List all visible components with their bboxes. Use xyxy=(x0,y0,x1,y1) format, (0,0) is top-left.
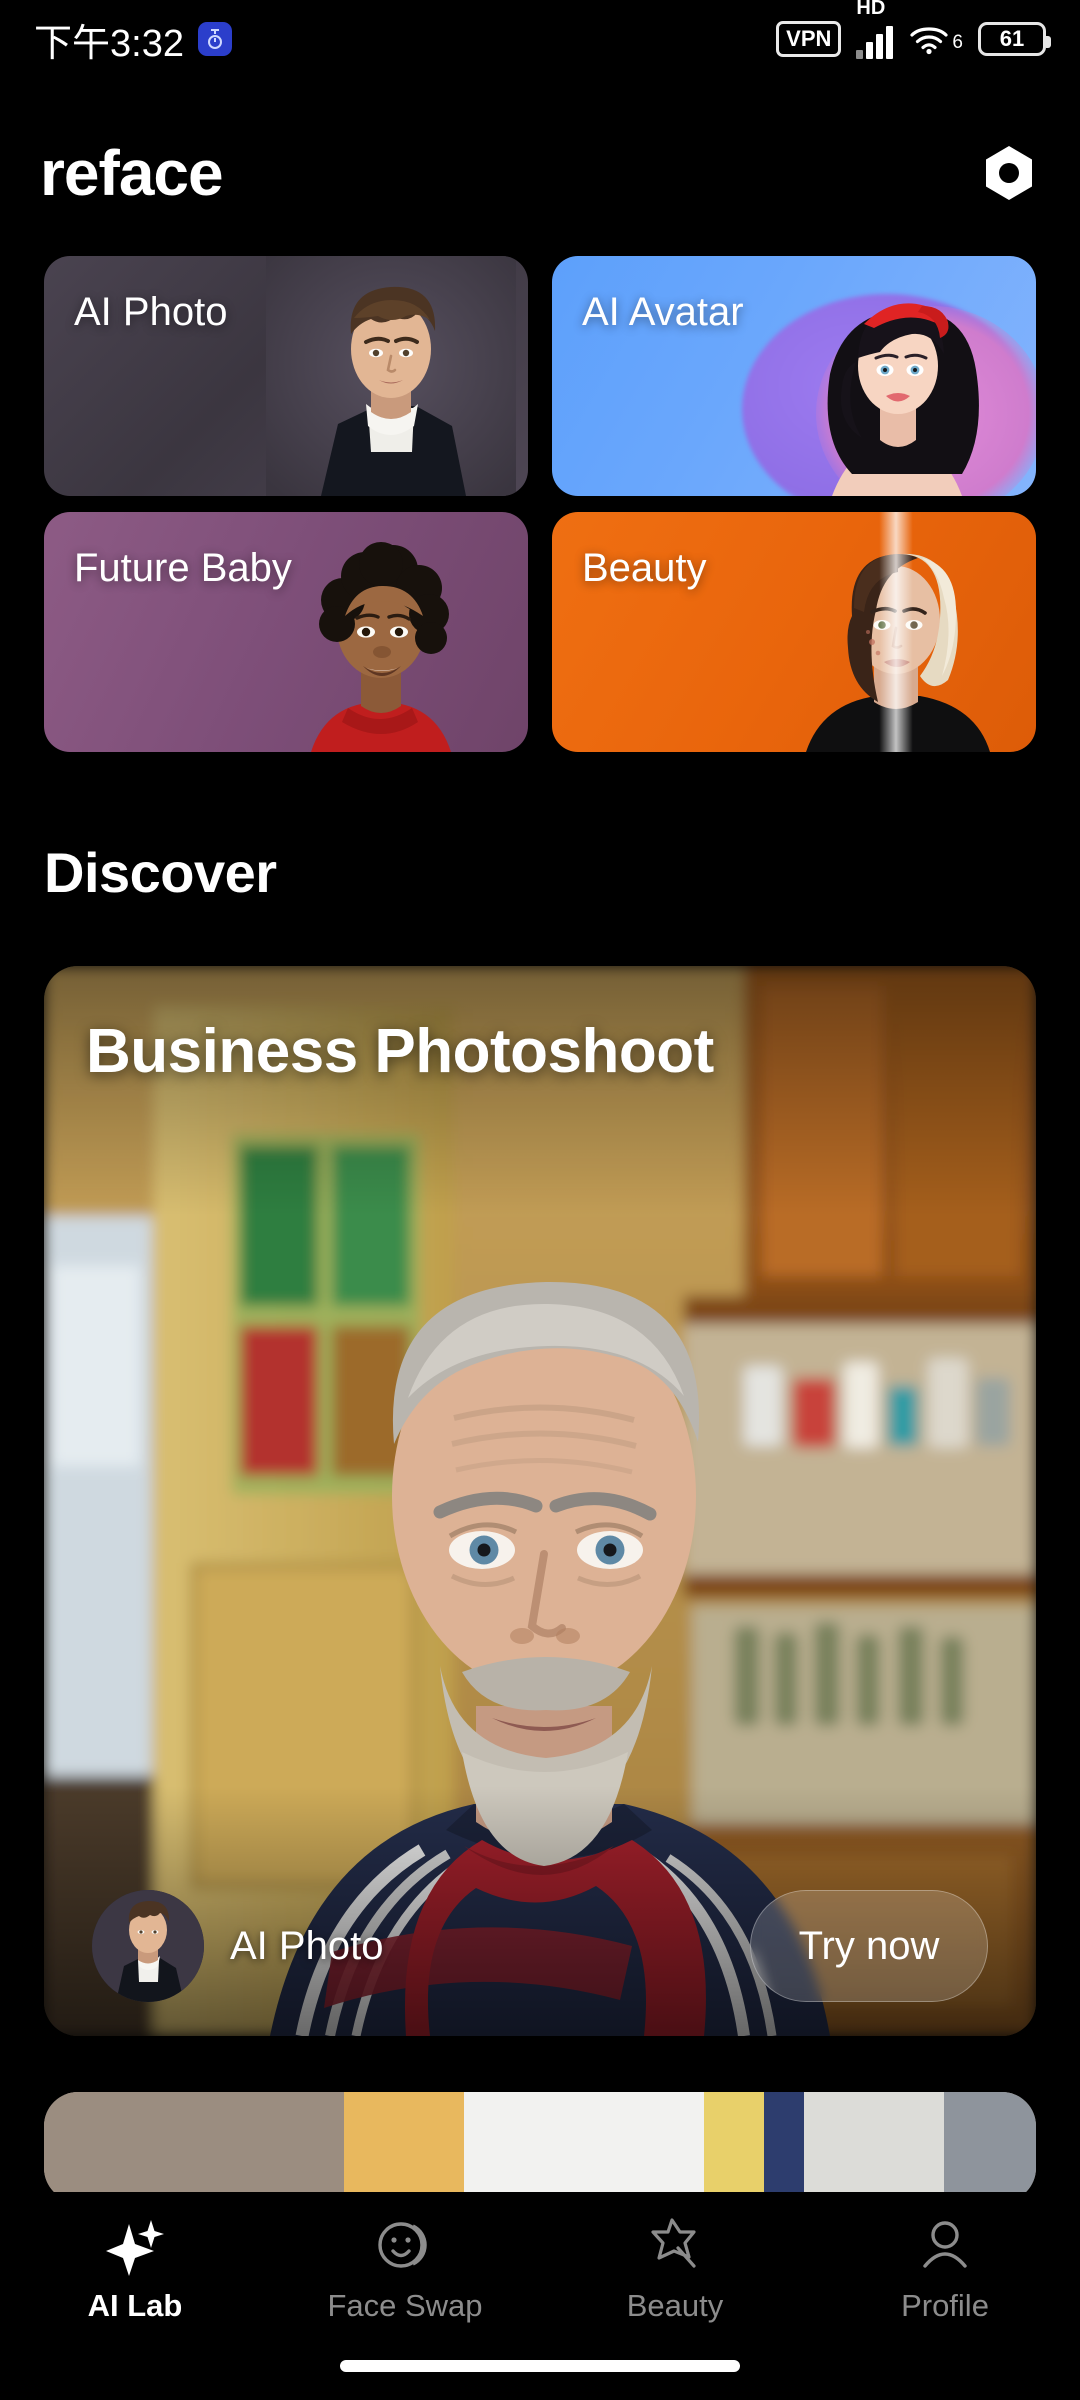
avatar[interactable] xyxy=(92,1890,204,2002)
app-header: reface xyxy=(0,118,1080,228)
status-bar-left: 下午3:32 xyxy=(34,12,232,67)
sparkle-icon xyxy=(104,2214,166,2276)
hexagon-nut-icon[interactable] xyxy=(978,142,1040,204)
feature-card-grid: AI Photo AI Avatar Future Baby Beauty xyxy=(44,256,1036,752)
try-now-button[interactable]: Try now xyxy=(750,1890,988,2002)
app-screen: 下午3:32 VPN HD 6 61 reface AI Photo AI Av… xyxy=(0,0,1080,2400)
nav-item-beauty[interactable]: Beauty xyxy=(540,2214,810,2324)
magic-wand-icon xyxy=(644,2214,706,2276)
app-logo: reface xyxy=(40,137,224,209)
discover-card-business-photoshoot[interactable]: Business Photoshoot AI Photo Try now xyxy=(44,966,1036,2036)
face-swap-icon xyxy=(374,2214,436,2276)
discover-card-avatar-label: AI Photo xyxy=(230,1923,384,1968)
feature-card-ai-avatar[interactable]: AI Avatar xyxy=(552,256,1036,496)
home-indicator[interactable] xyxy=(340,2360,740,2372)
stopwatch-icon xyxy=(197,22,232,56)
nav-item-label: Profile xyxy=(901,2288,989,2323)
hd-label: HD xyxy=(856,0,886,19)
status-bar: 下午3:32 VPN HD 6 61 xyxy=(0,0,1080,78)
feature-card-label: AI Avatar xyxy=(582,290,744,334)
feature-card-label: Future Baby xyxy=(74,546,292,590)
feature-card-label: Beauty xyxy=(582,546,707,590)
feature-card-label: AI Photo xyxy=(74,290,228,334)
feature-card-ai-photo[interactable]: AI Photo xyxy=(44,256,528,496)
discover-card-title: Business Photoshoot xyxy=(86,1017,714,1086)
nav-item-label: Beauty xyxy=(626,2288,724,2323)
person-icon xyxy=(914,2214,976,2276)
signal-bars-icon: HD xyxy=(856,0,894,59)
wifi-generation-label: 6 xyxy=(952,32,963,53)
nav-item-ai-lab[interactable]: AI Lab xyxy=(0,2214,270,2324)
battery-icon: 61 xyxy=(978,22,1051,56)
discover-feed: Business Photoshoot AI Photo Try now xyxy=(44,966,1036,2076)
battery-level-label: 61 xyxy=(999,26,1025,51)
nav-item-face-swap[interactable]: Face Swap xyxy=(270,2214,540,2324)
vpn-icon: VPN xyxy=(776,21,842,57)
nav-item-label: Face Swap xyxy=(327,2288,483,2323)
discover-section-title: Discover xyxy=(44,841,277,904)
feature-card-beauty[interactable]: Beauty xyxy=(552,512,1036,752)
discover-card-next-peek[interactable] xyxy=(44,2092,1036,2202)
wifi-icon: 6 xyxy=(908,23,963,55)
feature-card-future-baby[interactable]: Future Baby xyxy=(44,512,528,752)
discover-card-footer: AI Photo Try now xyxy=(44,1856,1036,2036)
signal-bar-group xyxy=(856,25,894,59)
status-bar-right: VPN HD 6 61 xyxy=(776,0,1051,59)
status-time: 下午3:32 xyxy=(34,22,184,65)
nav-item-label: AI Lab xyxy=(87,2288,183,2323)
nav-item-profile[interactable]: Profile xyxy=(810,2214,1080,2324)
